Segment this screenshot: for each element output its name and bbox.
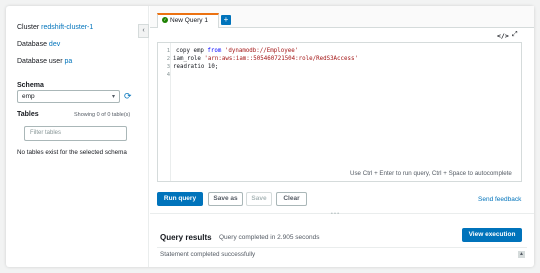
code-format-icon[interactable]: </>	[497, 32, 509, 40]
status-message: Statement completed successfully	[160, 251, 256, 258]
line-number: 3	[166, 64, 170, 70]
editor-hint: Use Ctrl + Enter to run query, Ctrl + Sp…	[350, 170, 512, 177]
results-divider	[157, 247, 527, 248]
tables-title: Tables	[17, 111, 39, 118]
schema-title: Schema	[17, 82, 44, 89]
cluster-label: Cluster	[17, 24, 40, 31]
code-keyword: from	[207, 48, 222, 54]
code-line-1: copy emp from 'dynamodb://Employee'	[176, 48, 298, 54]
code-string: 'dynamodb://Employee'	[221, 48, 299, 54]
query-results-title: Query results	[160, 233, 212, 242]
database-value[interactable]: dev	[49, 41, 60, 48]
view-execution-button[interactable]: View execution	[462, 228, 522, 242]
line-number: 1	[166, 48, 170, 54]
check-icon: ✓	[162, 17, 168, 24]
save-button: Save	[246, 192, 272, 206]
user-value[interactable]: pa	[64, 58, 72, 65]
collapse-sidebar-button[interactable]: ‹	[138, 24, 149, 38]
scroll-up-icon[interactable]: ▲	[518, 251, 525, 258]
no-tables-message: No tables exist for the selected schema	[17, 149, 127, 156]
user-label: Database user	[17, 58, 63, 65]
code-line-2: iam_role 'arn:aws:iam::505460721504:role…	[173, 56, 358, 62]
chevron-down-icon: ▾	[111, 94, 115, 100]
line-number: 4	[166, 72, 170, 78]
expand-icon[interactable]: ⤢	[512, 31, 518, 39]
add-tab-button[interactable]: +	[221, 15, 231, 25]
query-results-subtitle: Query completed in 2.905 seconds	[219, 234, 320, 241]
tables-count: Showing 0 of 0 table(s)	[74, 112, 131, 118]
database-row: Database dev	[17, 41, 60, 48]
line-gutter: 1 2 3 4	[158, 43, 171, 181]
sidebar-divider	[148, 6, 149, 267]
save-as-button[interactable]: Save as	[208, 192, 243, 206]
user-row: Database user pa	[17, 58, 72, 65]
schema-select[interactable]: emp ▾	[17, 90, 120, 103]
panel-divider	[150, 213, 534, 214]
refresh-icon[interactable]: ⟳	[124, 91, 132, 102]
tab-label: New Query 1	[170, 17, 208, 24]
query-editor[interactable]: 1 2 3 4 copy emp from 'dynamodb://Employ…	[157, 42, 522, 182]
line-number: 2	[166, 56, 170, 62]
clear-button[interactable]: Clear	[276, 192, 307, 206]
code-text: copy emp	[176, 48, 208, 54]
send-feedback-link[interactable]: Send feedback	[478, 196, 521, 203]
tab-new-query-1[interactable]: ✓ New Query 1	[157, 13, 219, 28]
code-string: 'arn:aws:iam::505460721504:role/RedS3Acc…	[204, 56, 358, 62]
cluster-row: Cluster redshift-cluster-1	[17, 24, 93, 31]
cluster-value[interactable]: redshift-cluster-1	[41, 24, 93, 31]
database-label: Database	[17, 41, 47, 48]
filter-tables-input[interactable]: Filter tables	[24, 126, 127, 141]
run-query-button[interactable]: Run query	[157, 192, 203, 206]
code-line-3: readratio 10;	[173, 64, 219, 70]
code-text: iam_role	[173, 56, 205, 62]
resize-handle[interactable]: • • •	[331, 211, 339, 217]
schema-selected: emp	[22, 93, 35, 100]
